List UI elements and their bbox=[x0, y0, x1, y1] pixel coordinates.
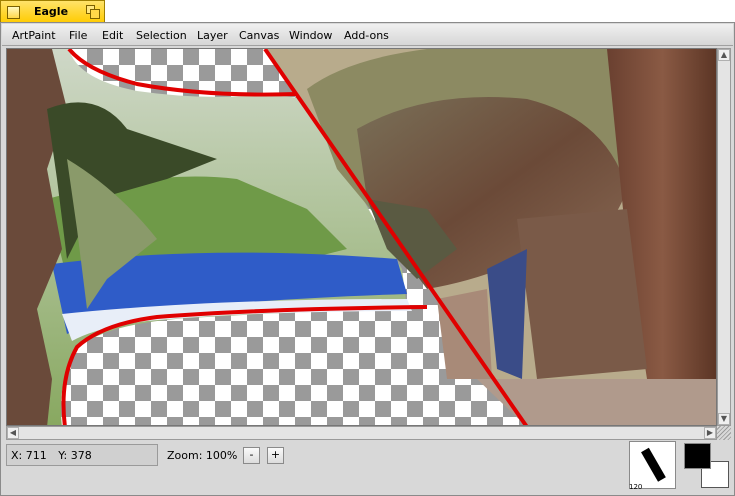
scroll-up-icon[interactable]: ▲ bbox=[718, 49, 730, 61]
y-coordinate: Y: 378 bbox=[58, 449, 92, 462]
zoom-out-button[interactable]: - bbox=[243, 447, 260, 464]
close-icon[interactable] bbox=[7, 6, 20, 19]
brush-preview-icon bbox=[641, 447, 666, 482]
menu-edit[interactable]: Edit bbox=[102, 29, 123, 42]
menu-layer[interactable]: Layer bbox=[197, 29, 228, 42]
canvas-image bbox=[7, 49, 716, 425]
menu-add-ons[interactable]: Add-ons bbox=[344, 29, 389, 42]
menu-selection[interactable]: Selection bbox=[136, 29, 187, 42]
cursor-coordinates: X: 711 Y: 378 bbox=[6, 444, 158, 466]
scroll-down-icon[interactable]: ▼ bbox=[718, 413, 730, 425]
resize-grip-icon[interactable] bbox=[717, 426, 731, 440]
window-title: Eagle bbox=[34, 5, 69, 18]
scroll-left-icon[interactable]: ◀ bbox=[7, 427, 19, 439]
brush-size-label: 120 bbox=[629, 483, 643, 491]
x-coordinate: X: 711 bbox=[11, 449, 47, 462]
scroll-right-icon[interactable]: ▶ bbox=[704, 427, 716, 439]
zoom-window-icon[interactable] bbox=[86, 5, 100, 19]
horizontal-scrollbar[interactable]: ◀ ▶ bbox=[6, 426, 717, 440]
brush-preview[interactable] bbox=[629, 441, 676, 489]
menu-artpaint[interactable]: ArtPaint bbox=[12, 29, 56, 42]
foreground-color-swatch[interactable] bbox=[684, 443, 711, 469]
window-tab[interactable]: Eagle bbox=[0, 0, 105, 23]
menu-canvas[interactable]: Canvas bbox=[239, 29, 279, 42]
menu-file[interactable]: File bbox=[69, 29, 87, 42]
menu-window[interactable]: Window bbox=[289, 29, 332, 42]
app-window: ArtPaint File Edit Selection Layer Canva… bbox=[0, 22, 735, 496]
zoom-level: Zoom: 100% bbox=[167, 449, 238, 462]
vertical-scrollbar[interactable]: ▲ ▼ bbox=[717, 48, 731, 426]
zoom-in-button[interactable]: + bbox=[267, 447, 284, 464]
image-canvas[interactable] bbox=[6, 48, 717, 426]
menubar: ArtPaint File Edit Selection Layer Canva… bbox=[2, 24, 733, 46]
status-bar: X: 711 Y: 378 Zoom: 100% - + 120 bbox=[2, 441, 733, 495]
